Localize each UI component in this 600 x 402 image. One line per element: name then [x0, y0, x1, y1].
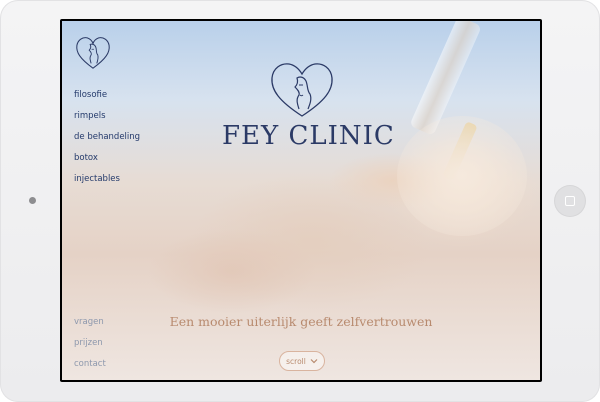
- heart-face-logo-icon: [271, 63, 333, 117]
- nav-item-filosofie[interactable]: filosofie: [74, 85, 140, 106]
- tablet-frame: filosofie rimpels de behandeling botox i…: [0, 0, 600, 402]
- hero-background: filosofie rimpels de behandeling botox i…: [62, 21, 540, 380]
- home-square-icon: [565, 196, 575, 206]
- screen: filosofie rimpels de behandeling botox i…: [60, 19, 542, 382]
- nav-item-botox[interactable]: botox: [74, 148, 140, 169]
- nav-item-rimpels[interactable]: rimpels: [74, 106, 140, 127]
- nav-item-de-behandeling[interactable]: de behandeling: [74, 127, 140, 148]
- nav-item-injectables[interactable]: injectables: [74, 169, 140, 190]
- camera-dot: [29, 197, 36, 204]
- brand-name[interactable]: FEY CLINIC: [222, 121, 394, 151]
- home-button[interactable]: [555, 186, 585, 216]
- nav-item-contact[interactable]: contact: [74, 354, 106, 375]
- scroll-label: scroll: [286, 356, 306, 366]
- glove-image: [397, 116, 527, 236]
- chevron-down-icon: [310, 359, 318, 364]
- nav-item-prijzen[interactable]: prijzen: [74, 333, 106, 354]
- primary-nav: filosofie rimpels de behandeling botox i…: [74, 85, 140, 190]
- brand-block: FEY CLINIC: [222, 59, 394, 151]
- small-heart-logo-icon[interactable]: [74, 35, 112, 71]
- scroll-button[interactable]: scroll: [279, 351, 325, 371]
- hero-tagline: Een mooier uiterlijk geeft zelfvertrouwe…: [169, 314, 433, 329]
